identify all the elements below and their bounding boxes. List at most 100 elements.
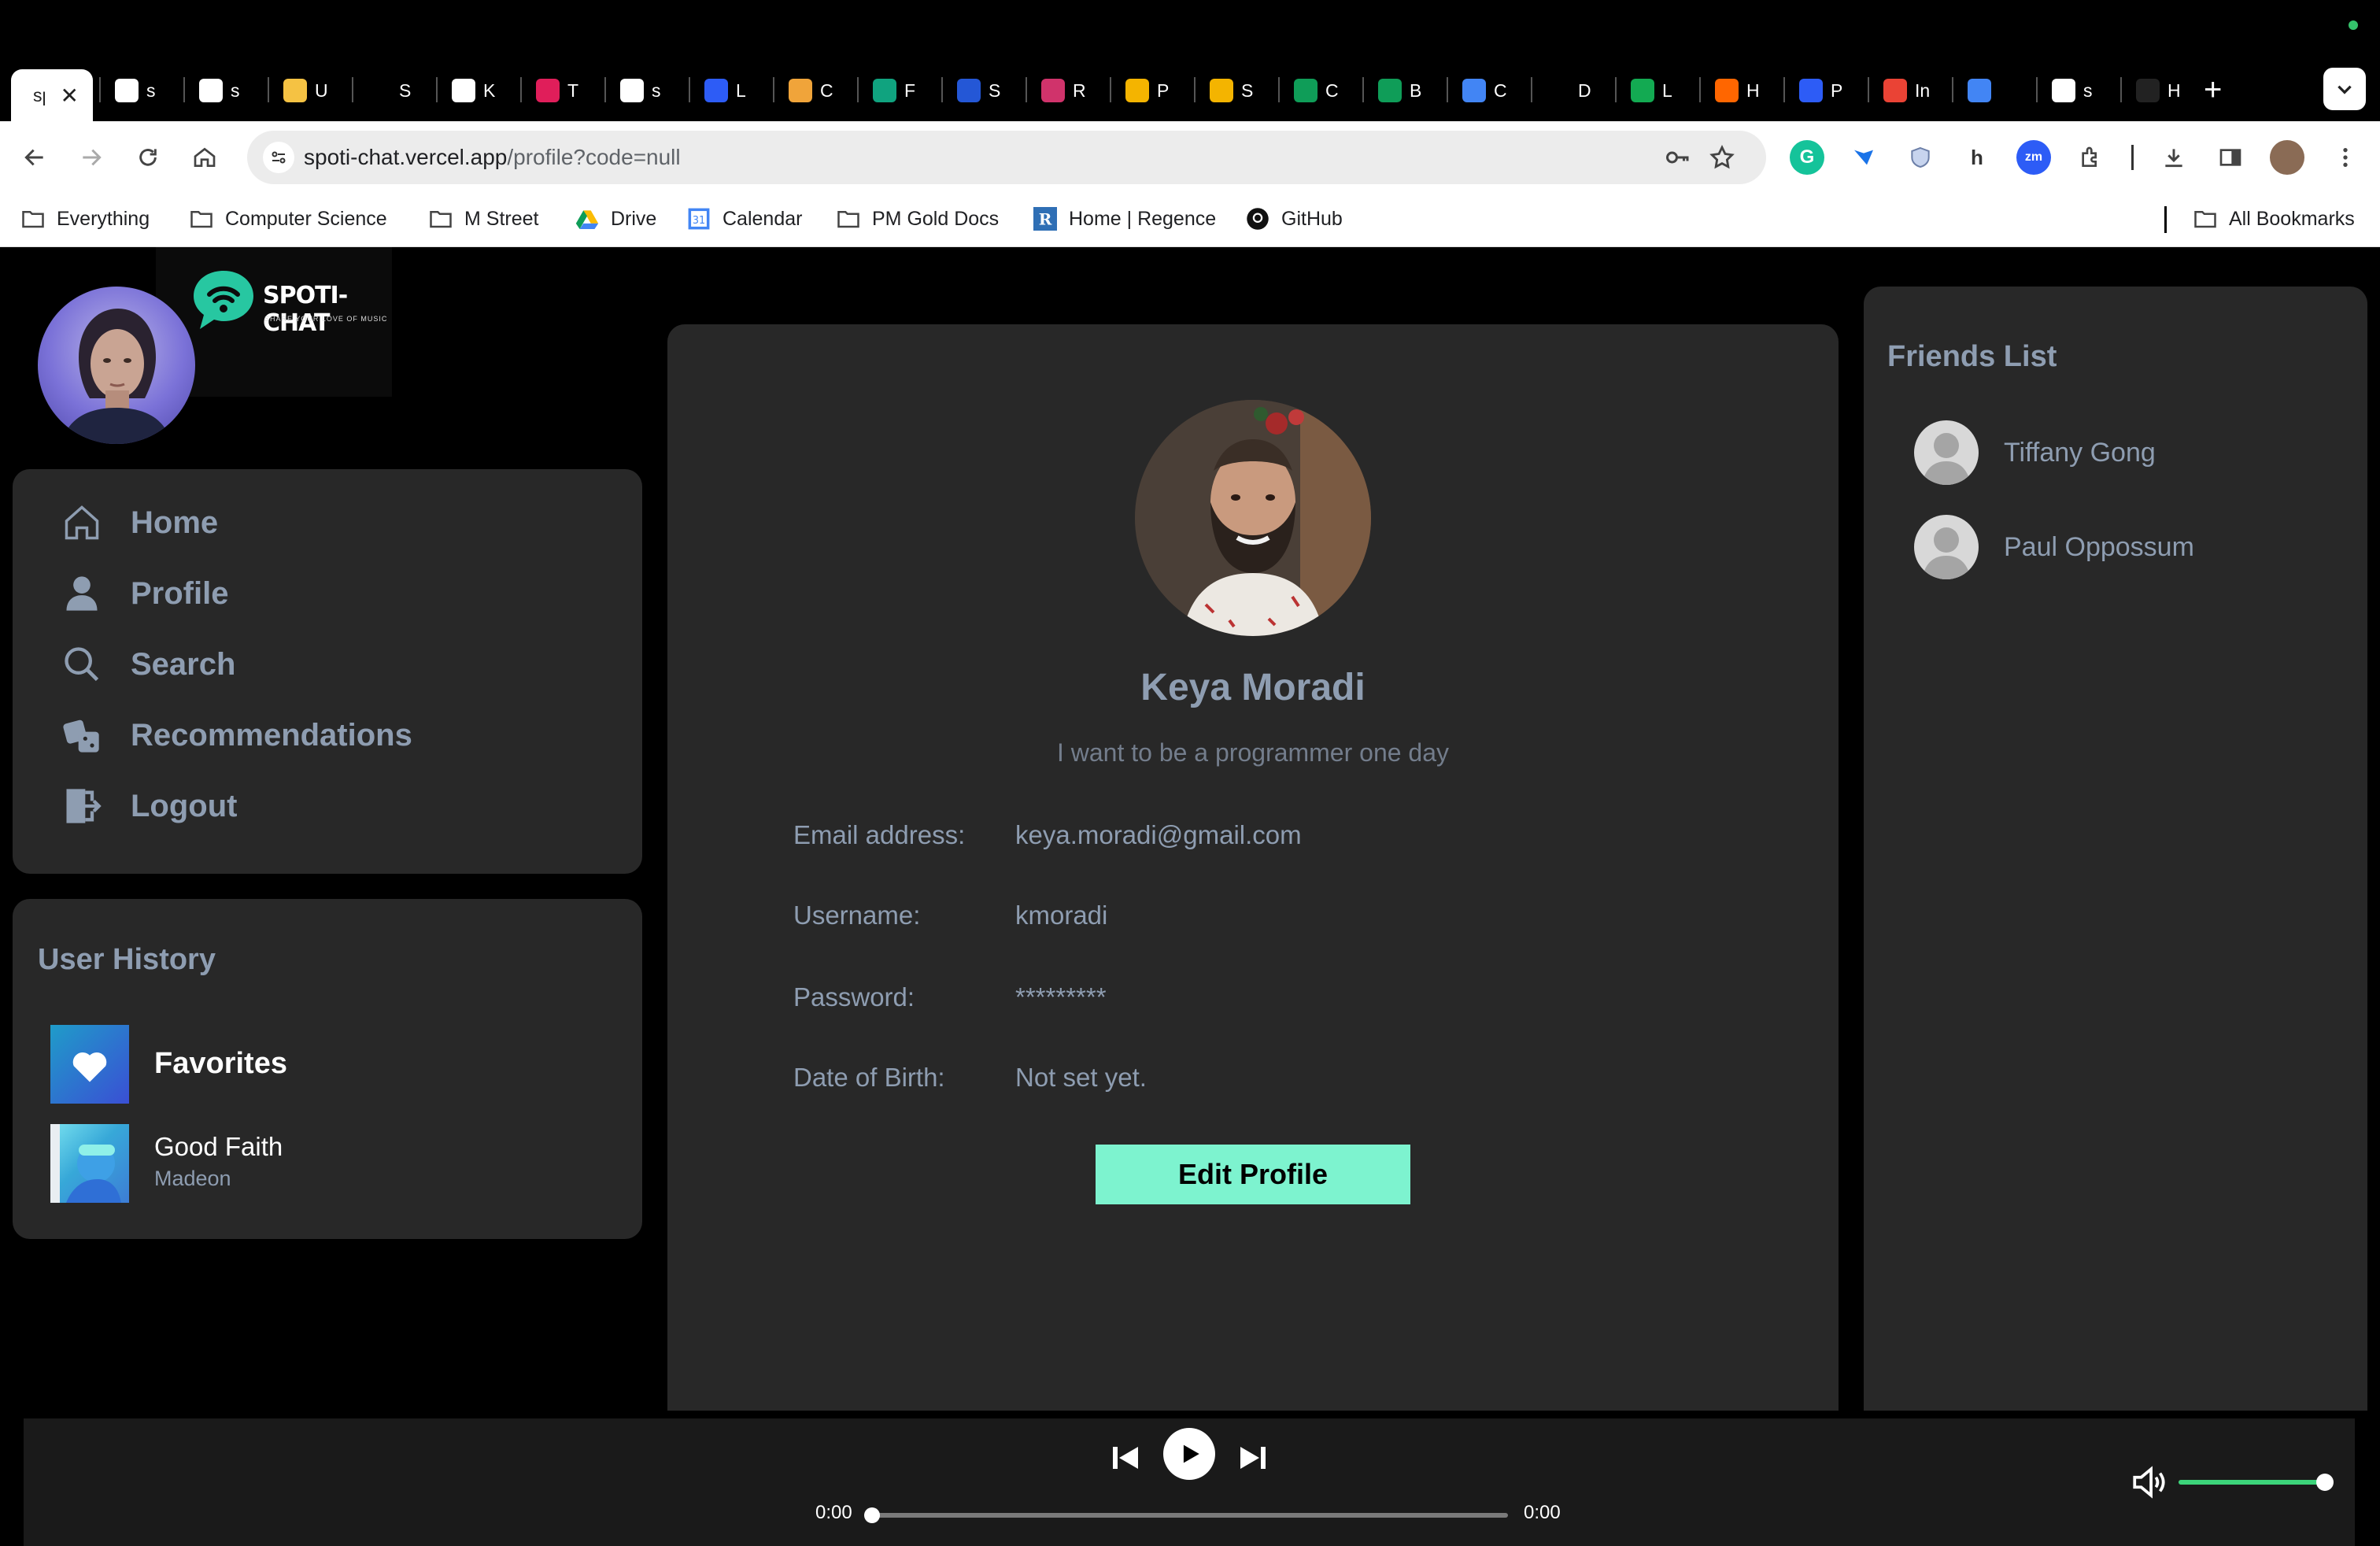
favorites-tile[interactable] [50, 1025, 129, 1104]
honey-extension-icon[interactable]: h [1960, 140, 1994, 175]
bookmark-everything[interactable]: Everything [20, 206, 150, 231]
tab-favicon [1294, 79, 1318, 102]
profile-name: Keya Moradi [1140, 667, 1366, 708]
bookmark-label: Home | Regence [1069, 207, 1217, 230]
progress-bar[interactable] [864, 1507, 1508, 1523]
folder-icon [189, 206, 214, 231]
tab-search-button[interactable] [2323, 68, 2366, 110]
volume-handle[interactable] [2316, 1474, 2334, 1491]
more-menu-icon[interactable] [2328, 140, 2363, 175]
nav-panel: Home Profile Search Recommendations Logo… [13, 469, 642, 874]
home-button[interactable] [186, 139, 224, 176]
back-button[interactable] [16, 139, 54, 176]
tab[interactable]: s [188, 69, 254, 112]
tab-favicon [2136, 79, 2160, 102]
browser-profile-avatar[interactable] [2270, 140, 2304, 175]
tab-separator [352, 77, 353, 102]
puzzle-icon[interactable] [2073, 140, 2108, 175]
tab[interactable]: D [1536, 69, 1602, 112]
tab[interactable]: T [525, 69, 591, 112]
bookmark-calendar[interactable]: 31 Calendar [686, 206, 802, 231]
tab[interactable]: C [778, 69, 844, 112]
bookmark-drive[interactable]: Drive [575, 206, 656, 231]
bookmark-pm-gold-docs[interactable]: PM Gold Docs [836, 206, 999, 231]
drive-icon [575, 206, 600, 231]
track-title[interactable]: Good Faith [154, 1132, 283, 1162]
download-icon[interactable] [2156, 140, 2191, 175]
tab[interactable]: K [441, 69, 507, 112]
bookmark-home-regence[interactable]: R Home | Regence [1033, 206, 1216, 231]
bookmark-computer-science[interactable]: Computer Science [189, 206, 387, 231]
all-bookmarks[interactable]: All Bookmarks [2193, 206, 2355, 231]
chevron-down-icon [2338, 85, 2352, 94]
tab-title: C [1325, 80, 1339, 101]
bookmark-label: Drive [611, 207, 657, 230]
tab-title: P [1157, 80, 1170, 101]
tab[interactable]: In [1872, 69, 1938, 112]
nav-recommendations[interactable]: Recommendations [60, 713, 412, 757]
forward-button[interactable] [72, 139, 110, 176]
spoti-chat-app: SPOTI-CHAT SHARE YOUR LOVE OF MUSIC Home… [0, 247, 2380, 1546]
folder-icon [836, 206, 861, 231]
friend-item[interactable]: Tiffany Gong [1914, 420, 2156, 485]
profile-picture[interactable] [1135, 400, 1371, 636]
tab[interactable] [1957, 69, 2023, 112]
tab[interactable]: S [1199, 69, 1265, 112]
tab[interactable]: B [1367, 69, 1433, 112]
status-dot [2349, 20, 2358, 30]
key-icon[interactable] [1662, 142, 1694, 173]
tab[interactable]: H [1704, 69, 1770, 112]
address-bar[interactable]: spoti-chat.vercel.app/profile?code=null [247, 131, 1766, 184]
close-icon[interactable]: ✕ [61, 83, 79, 109]
tab[interactable]: U [272, 69, 338, 112]
favorites-label[interactable]: Favorites [154, 1047, 287, 1081]
volume-button[interactable] [2130, 1463, 2169, 1502]
tab[interactable]: s [104, 69, 170, 112]
volume-slider[interactable] [2179, 1474, 2334, 1491]
grammarly-icon[interactable]: G [1790, 140, 1824, 175]
bookmark-m-street[interactable]: M Street [428, 206, 538, 231]
track-album-art[interactable] [50, 1124, 129, 1203]
tab[interactable]: P [1788, 69, 1854, 112]
site-info-icon[interactable] [263, 142, 294, 173]
tab[interactable]: s [2041, 69, 2107, 112]
tab[interactable]: S [357, 69, 423, 112]
nav-search[interactable]: Search [60, 642, 235, 686]
tab[interactable]: S [946, 69, 1012, 112]
nav-profile-label: Profile [131, 575, 229, 611]
side-panel-icon[interactable] [2213, 140, 2248, 175]
progress-handle[interactable] [864, 1507, 880, 1523]
logo-tagline: SHARE YOUR LOVE OF MUSIC [264, 315, 388, 323]
zoom-extension-icon[interactable]: zm [2016, 140, 2051, 175]
next-track-button[interactable] [1234, 1439, 1272, 1477]
tab-active[interactable]: sp ✕ [11, 69, 93, 121]
tab[interactable]: R [1030, 69, 1096, 112]
nav-logout[interactable]: Logout [60, 784, 238, 828]
tab[interactable]: P [1114, 69, 1181, 112]
previous-track-button[interactable] [1107, 1439, 1144, 1477]
tab[interactable]: L [693, 69, 759, 112]
tab[interactable]: L [1620, 69, 1686, 112]
svg-text:31: 31 [693, 215, 705, 227]
tab[interactable]: F [862, 69, 928, 112]
tab[interactable]: C [1283, 69, 1349, 112]
friend-item[interactable]: Paul Oppossum [1914, 515, 2194, 579]
play-button[interactable] [1163, 1428, 1215, 1480]
reload-button[interactable] [129, 139, 167, 176]
new-tab-button[interactable]: + [2204, 72, 2222, 108]
user-avatar[interactable] [38, 287, 195, 444]
bookmark-github[interactable]: GitHub [1245, 206, 1343, 231]
nav-profile[interactable]: Profile [60, 571, 228, 616]
tab[interactable]: s [609, 69, 675, 112]
shield-extension-icon[interactable] [1903, 140, 1938, 175]
heart-icon [72, 1052, 107, 1082]
bookmark-star-icon[interactable] [1706, 142, 1738, 173]
tab[interactable]: H [2125, 69, 2191, 112]
extension-blue-icon[interactable] [1846, 140, 1881, 175]
nav-home[interactable]: Home [60, 501, 218, 545]
tab-favicon [1547, 79, 1570, 102]
url-text[interactable]: spoti-chat.vercel.app/profile?code=null [304, 145, 681, 170]
edit-profile-button[interactable]: Edit Profile [1096, 1145, 1410, 1204]
dob-value: Not set yet. [1015, 1063, 1147, 1092]
tab[interactable]: C [1451, 69, 1517, 112]
